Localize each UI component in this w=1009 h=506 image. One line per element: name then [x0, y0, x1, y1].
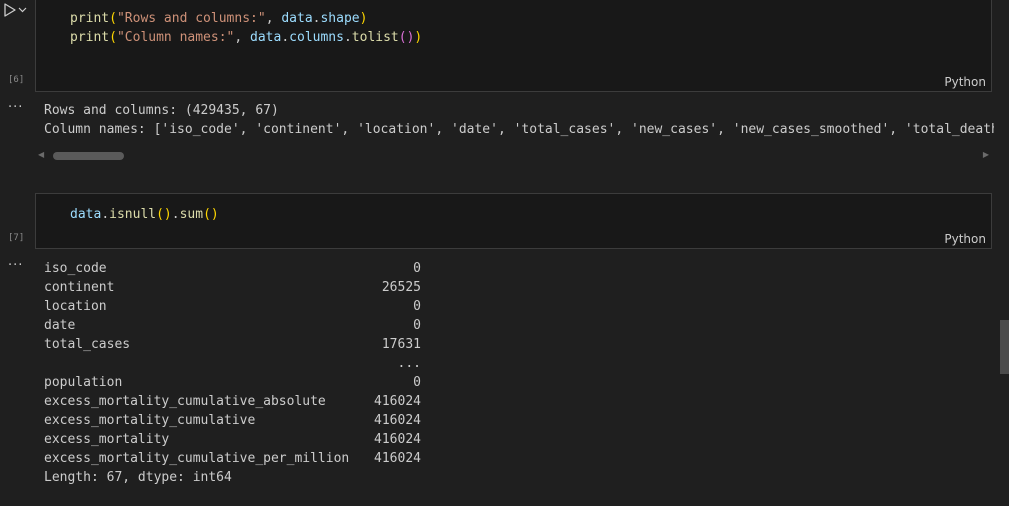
- code-token: data: [281, 11, 313, 26]
- code-token: print: [70, 30, 110, 45]
- series-row: population 0: [44, 373, 421, 392]
- code-token: ): [359, 11, 368, 26]
- code-token: data: [250, 30, 282, 45]
- language-selector[interactable]: Python: [944, 75, 986, 89]
- series-row: ...: [44, 354, 421, 373]
- series-value: 0: [413, 261, 421, 276]
- code-token: print: [70, 11, 110, 26]
- code-token: ,: [265, 11, 282, 26]
- code-token: .: [281, 30, 290, 45]
- code-token: shape: [320, 11, 360, 26]
- series-index: excess_mortality_cumulative_absolute: [44, 394, 326, 409]
- series-index: location: [44, 299, 107, 314]
- series-output: iso_code 0 continent 26525 location 0 date 0 tot…: [44, 259, 421, 468]
- series-row: excess_mortality_cumulative_per_million 4…: [44, 449, 421, 468]
- code-token: (): [203, 207, 219, 222]
- series-row: iso_code 0: [44, 259, 421, 278]
- series-index: date: [44, 318, 76, 333]
- code-token: (: [109, 30, 117, 45]
- code-cell-7[interactable]: data.isnull().sum() Python: [35, 193, 992, 249]
- series-value: 416024: [374, 451, 421, 466]
- code-token: (): [156, 207, 172, 222]
- code-line-2: print("Column names:", data.columns.toli…: [70, 28, 422, 47]
- series-value: 0: [413, 375, 421, 390]
- vertical-scrollbar-thumb[interactable]: [1000, 320, 1009, 374]
- code-token: ): [414, 30, 423, 45]
- code-cell-6[interactable]: print("Rows and columns:", data.shape) p…: [35, 0, 992, 92]
- code-token: .: [343, 30, 352, 45]
- code-line-1: print("Rows and columns:", data.shape): [70, 9, 367, 28]
- series-value: 416024: [374, 432, 421, 447]
- series-row: excess_mortality_cumulative 416024: [44, 411, 421, 430]
- series-value: 0: [413, 318, 421, 333]
- code-token: (: [109, 11, 117, 26]
- series-index: iso_code: [44, 261, 107, 276]
- code-token: "Rows and columns:": [116, 11, 266, 26]
- series-index: excess_mortality_cumulative_per_million: [44, 451, 350, 466]
- code-token: ,: [234, 30, 251, 45]
- execution-count: [7]: [8, 233, 25, 243]
- execution-count: [6]: [8, 75, 25, 85]
- notebook: print("Rows and columns:", data.shape) p…: [0, 0, 1009, 506]
- series-index: total_cases: [44, 337, 131, 352]
- code-token: data: [70, 207, 102, 222]
- series-value: 26525: [381, 280, 421, 295]
- code-token: .: [101, 207, 110, 222]
- code-line-1: data.isnull().sum(): [70, 205, 219, 224]
- code-token: tolist: [351, 30, 399, 45]
- series-value: 0: [413, 299, 421, 314]
- series-row: excess_mortality_cumulative_absolute 4160…: [44, 392, 421, 411]
- series-index: population: [44, 375, 123, 390]
- series-row: continent 26525: [44, 278, 421, 297]
- series-value: 17631: [381, 337, 421, 352]
- series-row: date 0: [44, 316, 421, 335]
- run-cell-button[interactable]: [0, 0, 34, 20]
- code-token: isnull: [109, 207, 157, 222]
- series-index: continent: [44, 280, 115, 295]
- series-index: excess_mortality: [44, 432, 170, 447]
- scrollbar-thumb[interactable]: [53, 152, 124, 160]
- code-token: .: [171, 207, 180, 222]
- code-token: "Column names:": [116, 30, 235, 45]
- horizontal-scrollbar[interactable]: ◀ ▶: [36, 149, 991, 161]
- series-row: total_cases 17631: [44, 335, 421, 354]
- series-row: excess_mortality 416024: [44, 430, 421, 449]
- output-menu-button[interactable]: ···: [8, 100, 23, 115]
- scroll-right-icon[interactable]: ▶: [983, 150, 989, 159]
- series-row: location 0: [44, 297, 421, 316]
- code-token: sum: [179, 207, 204, 222]
- language-selector[interactable]: Python: [944, 232, 986, 246]
- chevron-down-icon[interactable]: [18, 6, 27, 14]
- output-menu-button[interactable]: ···: [8, 258, 23, 273]
- series-value: 416024: [374, 394, 421, 409]
- output-line: Rows and columns: (429435, 67): [44, 103, 279, 118]
- code-token: (): [398, 30, 415, 45]
- scroll-left-icon[interactable]: ◀: [38, 150, 44, 159]
- code-token: columns: [289, 30, 344, 45]
- output-footer: Length: 67, dtype: int64: [44, 470, 232, 485]
- play-icon: [4, 3, 16, 17]
- series-value: 416024: [374, 413, 421, 428]
- series-value: ...: [397, 356, 421, 371]
- series-index: [44, 354, 354, 373]
- series-index: excess_mortality_cumulative: [44, 413, 256, 428]
- output-line: Column names: ['iso_code', 'continent', …: [44, 122, 994, 137]
